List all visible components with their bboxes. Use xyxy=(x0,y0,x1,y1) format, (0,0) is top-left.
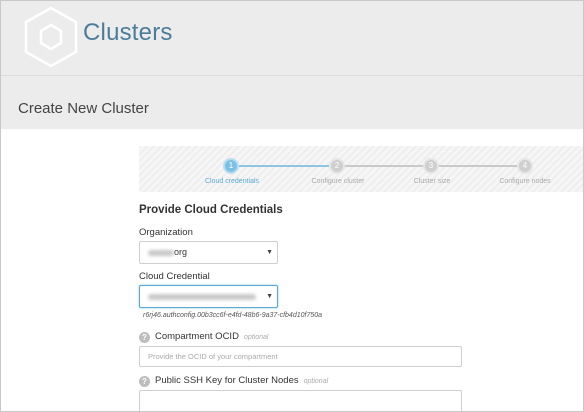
ssh-key-textarea[interactable] xyxy=(139,390,462,411)
step-3-circle[interactable]: 3 xyxy=(423,158,439,174)
redacted-text xyxy=(148,293,256,300)
page-header: Clusters Create New Cluster xyxy=(1,1,583,129)
hexagon-cube-icon xyxy=(24,6,78,68)
step-connector xyxy=(439,165,517,167)
question-mark-icon[interactable]: ? xyxy=(139,376,150,387)
caret-down-icon: ▼ xyxy=(266,249,273,256)
step-connector xyxy=(345,165,423,167)
ssh-key-label: Public SSH Key for Cluster Nodes optional xyxy=(155,375,328,386)
page-title: Create New Cluster xyxy=(18,100,149,117)
optional-tag: optional xyxy=(303,378,329,385)
cloud-credential-select[interactable]: ▼ xyxy=(139,285,278,308)
compartment-ocid-input[interactable] xyxy=(139,346,462,367)
section-title: Provide Cloud Credentials xyxy=(139,204,283,216)
step-4-label[interactable]: Configure nodes xyxy=(499,178,550,185)
app-title: Clusters xyxy=(83,19,173,46)
organization-value: org xyxy=(174,247,188,257)
question-mark-icon[interactable]: ? xyxy=(139,332,150,343)
organization-label: Organization xyxy=(139,227,193,238)
credential-id-hint: r6rj46.authconfig.00b3cc6f-e4fd-48b6-9a3… xyxy=(143,312,323,319)
cloud-credential-label: Cloud Credential xyxy=(139,271,210,282)
compartment-label: Compartment OCID optional xyxy=(155,331,268,342)
caret-down-icon: ▼ xyxy=(266,293,273,300)
app-window: Clusters Create New Cluster 1 2 3 4 Clou… xyxy=(0,0,584,412)
step-connector xyxy=(239,165,329,167)
step-2-circle[interactable]: 2 xyxy=(329,158,345,174)
step-1-circle[interactable]: 1 xyxy=(223,158,239,174)
step-3-label[interactable]: Cluster size xyxy=(414,178,451,185)
redacted-text xyxy=(148,249,174,256)
step-1-label[interactable]: Cloud credentials xyxy=(205,178,259,185)
compartment-label-text: Compartment OCID xyxy=(155,331,239,342)
step-4-circle[interactable]: 4 xyxy=(517,158,533,174)
header-divider xyxy=(1,75,583,76)
optional-tag: optional xyxy=(243,334,269,341)
ssh-key-label-text: Public SSH Key for Cluster Nodes xyxy=(155,375,299,386)
step-2-label[interactable]: Configure cluster xyxy=(312,178,365,185)
organization-select[interactable]: org ▼ xyxy=(139,241,278,264)
